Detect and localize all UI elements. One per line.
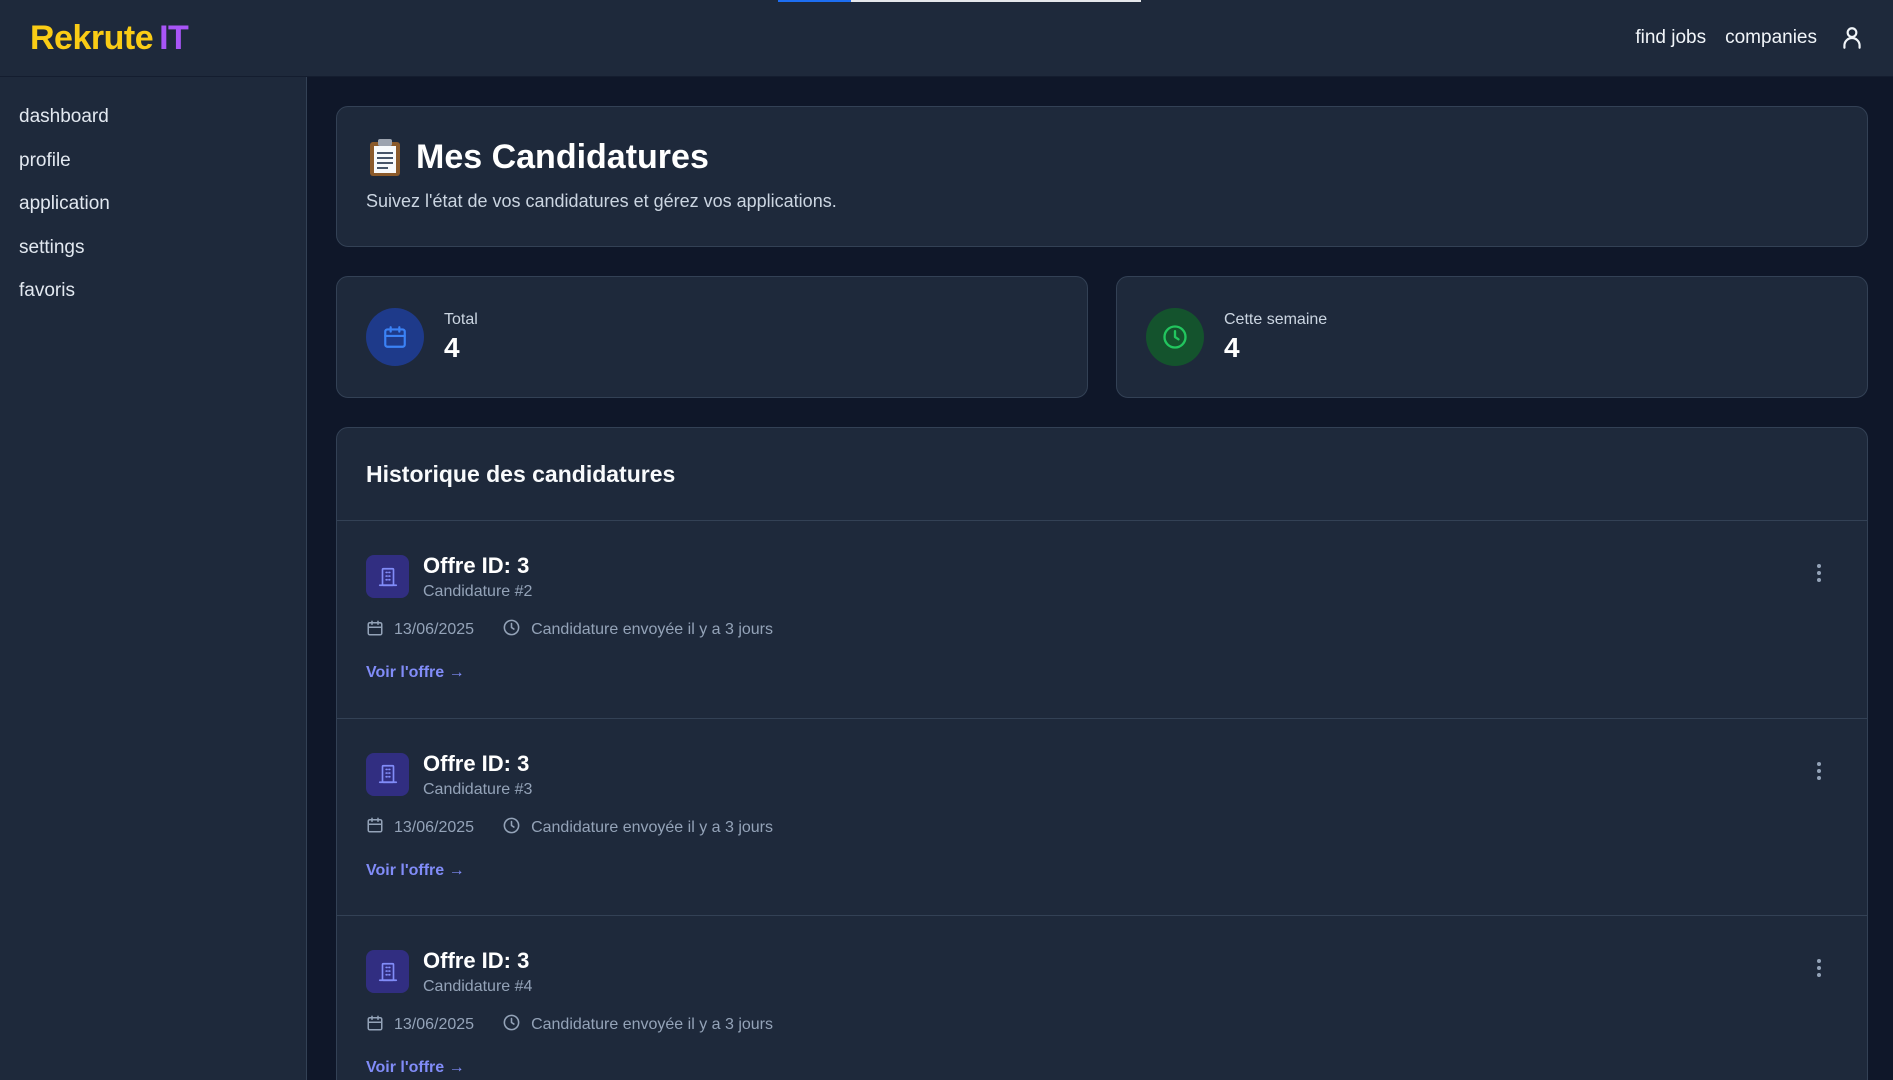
- building-icon: [366, 752, 409, 796]
- brand-name-part2: IT: [159, 18, 189, 57]
- view-offer-link[interactable]: Voir l'offre →: [366, 1059, 465, 1077]
- stat-value-total: 4: [444, 331, 460, 363]
- application-title: Offre ID: 3: [423, 948, 530, 973]
- clock-icon: [1146, 308, 1204, 366]
- history-title: Historique des candidatures: [366, 460, 676, 487]
- application-title: Offre ID: 3: [423, 750, 530, 776]
- main-content: Mes Candidatures Suivez l'état de vos ca…: [336, 106, 1868, 1080]
- brand-name-part1: Rekrute: [30, 18, 154, 57]
- clipboard-icon: [366, 137, 404, 177]
- sidebar-item-profile[interactable]: profile: [0, 139, 306, 183]
- application-status: Candidature envoyée il y a 3 jours: [531, 818, 773, 836]
- sidebar-item-favoris[interactable]: favoris: [0, 269, 306, 313]
- calendar-icon: [366, 816, 384, 839]
- view-offer-link[interactable]: Voir l'offre →: [366, 862, 465, 880]
- application-subtitle: Candidature #3: [423, 780, 533, 798]
- sidebar-item-dashboard[interactable]: dashboard: [0, 95, 306, 139]
- more-options-icon[interactable]: [1809, 561, 1829, 585]
- application-date: 13/06/2025: [394, 1016, 475, 1033]
- page-loading-bar-fill: [778, 0, 851, 2]
- calendar-icon: [366, 308, 424, 366]
- brand-logo[interactable]: Rekrute IT: [30, 18, 189, 58]
- more-options-icon[interactable]: [1809, 759, 1829, 783]
- user-icon[interactable]: [1839, 25, 1865, 51]
- stat-label-total: Total: [444, 310, 478, 328]
- more-options-icon[interactable]: [1809, 956, 1829, 980]
- sidebar-item-application[interactable]: application: [0, 182, 306, 226]
- calendar-icon: [366, 619, 384, 642]
- building-icon: [366, 950, 409, 993]
- application-date: 13/06/2025: [394, 621, 475, 638]
- page-subtitle: Suivez l'état de vos candidatures et gér…: [366, 191, 837, 211]
- calendar-icon: [366, 1014, 384, 1037]
- page-title-text: Mes Candidatures: [416, 137, 709, 176]
- top-nav: find jobs companies: [1635, 25, 1865, 51]
- top-navbar: Rekrute IT find jobs companies: [0, 0, 1893, 77]
- application-status: Candidature envoyée il y a 3 jours: [531, 621, 773, 638]
- stat-value-week: 4: [1224, 331, 1240, 363]
- application-title: Offre ID: 3: [423, 553, 530, 578]
- companies-link[interactable]: companies: [1725, 27, 1817, 49]
- application-date: 13/06/2025: [394, 818, 475, 836]
- history-card: Historique des candidatures Offre ID: 3 …: [336, 427, 1868, 1080]
- find-jobs-link[interactable]: find jobs: [1635, 27, 1706, 49]
- view-offer-link[interactable]: Voir l'offre →: [366, 664, 465, 682]
- list-item: Offre ID: 3 Candidature #3 13/06/2025 Ca…: [337, 719, 1867, 916]
- list-item: Offre ID: 3 Candidature #2 13/06/2025 Ca…: [337, 521, 1867, 719]
- sidebar-item-settings[interactable]: settings: [0, 226, 306, 270]
- page-header-card: Mes Candidatures Suivez l'état de vos ca…: [336, 106, 1868, 247]
- sidebar: dashboard profile application settings f…: [0, 77, 307, 1080]
- application-status: Candidature envoyée il y a 3 jours: [531, 1016, 773, 1033]
- application-subtitle: Candidature #4: [423, 978, 533, 995]
- application-subtitle: Candidature #2: [423, 583, 533, 600]
- page-title: Mes Candidatures: [366, 137, 1838, 177]
- stat-label-week: Cette semaine: [1224, 310, 1328, 328]
- clock-icon: [502, 1013, 521, 1037]
- stat-card-week: Cette semaine 4: [1116, 276, 1868, 398]
- list-item: Offre ID: 3 Candidature #4 13/06/2025 Ca…: [337, 916, 1867, 1080]
- stat-card-total: Total 4: [336, 276, 1088, 398]
- building-icon: [366, 555, 409, 598]
- clock-icon: [502, 618, 521, 642]
- stats-row: Total 4 Cette semaine 4: [336, 276, 1868, 398]
- history-header: Historique des candidatures: [337, 428, 1867, 521]
- clock-icon: [502, 816, 521, 840]
